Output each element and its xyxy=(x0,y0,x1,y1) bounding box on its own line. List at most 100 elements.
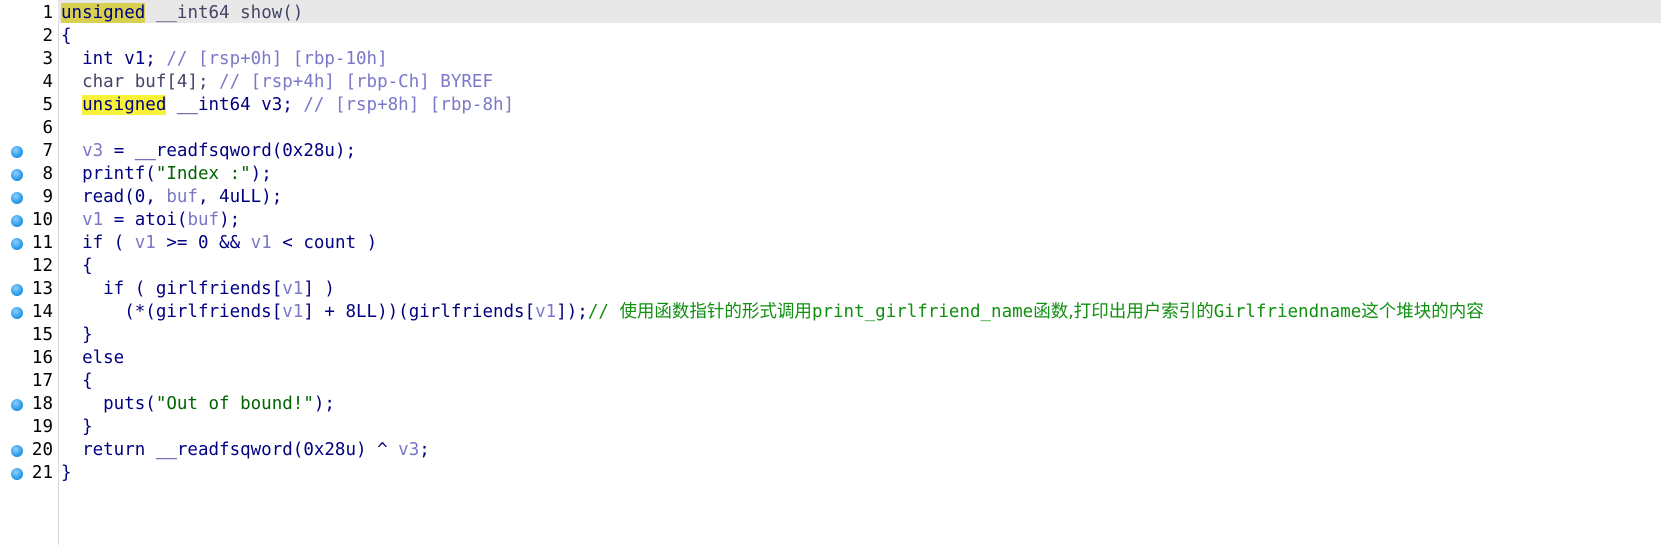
code-line[interactable]: 11 if ( v1 >= 0 && v1 < count ) xyxy=(0,232,1661,255)
code-text[interactable]: else xyxy=(61,347,124,370)
code-text[interactable]: printf("Index :"); xyxy=(61,163,272,186)
code-token[interactable]: 使用函数指针的形式调用 xyxy=(619,302,812,322)
code-line[interactable]: 1 unsigned __int64 show() xyxy=(0,2,1661,25)
code-token[interactable]: { xyxy=(61,26,72,46)
code-token[interactable]: ] ) xyxy=(303,279,335,299)
pseudocode-view[interactable]: 1 unsigned __int64 show() 2{3 int v1; // [… xyxy=(0,2,1661,485)
code-text[interactable]: unsigned __int64 v3; // [rsp+8h] [rbp-8h… xyxy=(61,94,514,117)
code-line[interactable]: 3 int v1; // [rsp+0h] [rbp-10h] xyxy=(0,48,1661,71)
code-token[interactable]: v1 xyxy=(535,302,556,322)
code-token[interactable]: char buf[4]; xyxy=(61,72,219,92)
code-token[interactable]: unsigned xyxy=(82,95,167,115)
code-text[interactable]: read(0, buf, 4uLL); xyxy=(61,186,282,209)
line-number: 18 xyxy=(31,394,53,414)
code-line[interactable]: 21} xyxy=(0,462,1661,485)
code-text[interactable]: unsigned __int64 show() xyxy=(61,2,303,25)
code-line[interactable]: 5 unsigned __int64 v3; // [rsp+8h] [rbp-… xyxy=(0,94,1661,117)
code-token[interactable] xyxy=(61,95,82,115)
code-token[interactable]: if ( girlfriends[ xyxy=(61,279,282,299)
code-token[interactable]: "Out of bound!" xyxy=(156,394,314,414)
code-line[interactable]: 13 if ( girlfriends[v1] ) xyxy=(0,278,1661,301)
code-token[interactable]: return __readfsqword(0x28u) ^ xyxy=(61,440,398,460)
code-token[interactable]: ] + 8LL))(girlfriends[ xyxy=(303,302,535,322)
code-text[interactable]: { xyxy=(61,25,72,48)
code-text[interactable]: (*(girlfriends[v1] + 8LL))(girlfriends[v… xyxy=(61,301,1484,324)
code-token[interactable]: 函数,打印出用户索引的 xyxy=(1033,302,1214,322)
code-token[interactable]: "Index :" xyxy=(156,164,251,184)
code-text[interactable]: } xyxy=(61,462,72,485)
code-token[interactable]: ); xyxy=(219,210,240,230)
code-token[interactable]: { xyxy=(61,256,93,276)
code-token[interactable]: , 4uLL); xyxy=(198,187,282,207)
code-line[interactable]: 6 xyxy=(0,117,1661,140)
code-text[interactable]: if ( v1 >= 0 && v1 < count ) xyxy=(61,232,377,255)
code-line[interactable]: 15 } xyxy=(0,324,1661,347)
code-token[interactable]: v1 xyxy=(82,210,103,230)
code-token[interactable]: >= 0 && xyxy=(156,233,251,253)
code-line[interactable]: 8 printf("Index :"); xyxy=(0,163,1661,186)
code-token[interactable] xyxy=(61,210,82,230)
code-token[interactable]: // [rsp+4h] [rbp-Ch] BYREF xyxy=(219,72,493,92)
code-token[interactable]: // [rsp+0h] [rbp-10h] xyxy=(166,49,387,69)
code-token[interactable]: __int64 show() xyxy=(145,3,304,23)
code-token[interactable]: v1 xyxy=(135,233,156,253)
code-token[interactable]: ; xyxy=(419,440,430,460)
code-token[interactable]: } xyxy=(61,417,93,437)
code-token[interactable]: < count ) xyxy=(272,233,377,253)
code-token[interactable]: Girlfriendname xyxy=(1214,302,1362,322)
code-text[interactable]: return __readfsqword(0x28u) ^ v3; xyxy=(61,439,430,462)
code-text[interactable]: if ( girlfriends[v1] ) xyxy=(61,278,335,301)
code-token[interactable]: ); xyxy=(251,164,272,184)
code-line[interactable]: 14 (*(girlfriends[v1] + 8LL))(girlfriend… xyxy=(0,301,1661,324)
code-token[interactable]: = __readfsqword(0x28u); xyxy=(103,141,356,161)
code-token[interactable]: read(0, xyxy=(61,187,166,207)
code-token[interactable]: buf xyxy=(187,210,219,230)
code-token[interactable]: } xyxy=(61,325,93,345)
code-token[interactable]: buf xyxy=(166,187,198,207)
code-line[interactable]: 18 puts("Out of bound!"); xyxy=(0,393,1661,416)
code-text[interactable]: } xyxy=(61,416,93,439)
code-line[interactable]: 10 v1 = atoi(buf); xyxy=(0,209,1661,232)
code-line[interactable]: 2{ xyxy=(0,25,1661,48)
code-text[interactable]: puts("Out of bound!"); xyxy=(61,393,335,416)
code-token[interactable]: __int64 v3; xyxy=(166,95,303,115)
code-text[interactable]: } xyxy=(61,324,93,347)
code-line[interactable]: 9 read(0, buf, 4uLL); xyxy=(0,186,1661,209)
code-token[interactable]: if ( xyxy=(61,233,135,253)
code-token[interactable]: // [rsp+8h] [rbp-8h] xyxy=(303,95,514,115)
code-line[interactable]: 16 else xyxy=(0,347,1661,370)
code-token[interactable]: printf( xyxy=(61,164,156,184)
code-token[interactable]: ); xyxy=(314,394,335,414)
line-number: 6 xyxy=(42,118,53,138)
code-token[interactable]: ]); xyxy=(556,302,588,322)
code-line[interactable]: 12 { xyxy=(0,255,1661,278)
code-text[interactable]: v3 = __readfsqword(0x28u); xyxy=(61,140,356,163)
code-token[interactable]: v3 xyxy=(82,141,103,161)
code-token[interactable]: unsigned xyxy=(61,3,146,23)
code-token[interactable]: } xyxy=(61,463,72,483)
code-token[interactable]: // xyxy=(588,302,620,322)
code-token[interactable]: 这个堆块的内容 xyxy=(1361,302,1484,322)
code-token[interactable] xyxy=(61,141,82,161)
code-line[interactable]: 7 v3 = __readfsqword(0x28u); xyxy=(0,140,1661,163)
code-line[interactable]: 19 } xyxy=(0,416,1661,439)
code-token[interactable]: v1 xyxy=(251,233,272,253)
code-token[interactable]: = atoi( xyxy=(103,210,188,230)
code-line[interactable]: 4 char buf[4]; // [rsp+4h] [rbp-Ch] BYRE… xyxy=(0,71,1661,94)
code-text[interactable]: int v1; // [rsp+0h] [rbp-10h] xyxy=(61,48,388,71)
code-token[interactable]: v1 xyxy=(282,279,303,299)
code-token[interactable]: v1 xyxy=(282,302,303,322)
code-token[interactable]: print_girlfriend_name xyxy=(812,302,1033,322)
code-token[interactable]: else xyxy=(61,348,124,368)
code-token[interactable]: int v1; xyxy=(61,49,166,69)
code-line[interactable]: 17 { xyxy=(0,370,1661,393)
code-token[interactable]: (*(girlfriends[ xyxy=(61,302,282,322)
code-text[interactable]: { xyxy=(61,370,93,393)
code-text[interactable]: v1 = atoi(buf); xyxy=(61,209,240,232)
code-text[interactable]: { xyxy=(61,255,93,278)
code-token[interactable]: { xyxy=(61,371,93,391)
code-line[interactable]: 20 return __readfsqword(0x28u) ^ v3; xyxy=(0,439,1661,462)
code-text[interactable]: char buf[4]; // [rsp+4h] [rbp-Ch] BYREF xyxy=(61,71,493,94)
code-token[interactable]: puts( xyxy=(61,394,156,414)
code-token[interactable]: v3 xyxy=(398,440,419,460)
